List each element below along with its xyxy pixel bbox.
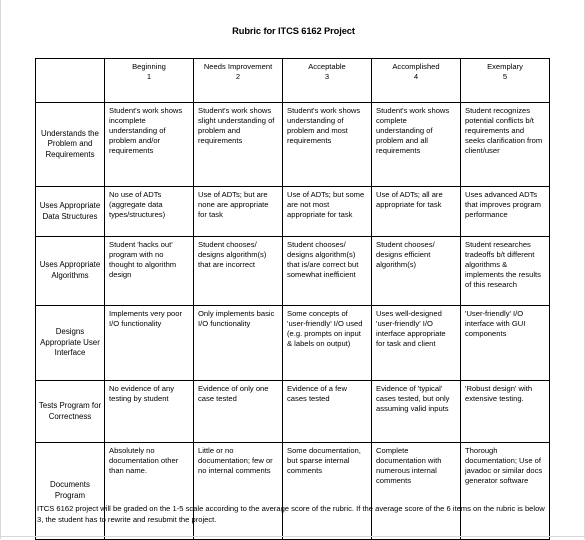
- level-name: Acceptable: [308, 62, 346, 71]
- rubric-cell: 'Robust design' with extensive testing.: [460, 380, 550, 443]
- level-number: 3: [324, 72, 330, 82]
- rubric-table: Beginning 1 Needs Improvement 2 Acceptab…: [35, 58, 550, 540]
- rubric-cell: Uses advanced ADTs that improves program…: [460, 186, 550, 237]
- rubric-cell: Student chooses/ designs algorithm(s) th…: [193, 236, 283, 306]
- header-level-4: Accomplished 4: [371, 58, 461, 103]
- rubric-cell: Some concepts of 'user-friendly' I/O use…: [282, 305, 372, 381]
- criterion-label: Understands the Problem and Requirements: [35, 102, 105, 187]
- rubric-cell: Student researches tradeoffs b/t differe…: [460, 236, 550, 306]
- level-name: Exemplary: [487, 62, 523, 71]
- criterion-label: Designs Appropriate User Interface: [35, 305, 105, 381]
- rubric-cell: Use of ADTs; but are none are appropriat…: [193, 186, 283, 237]
- header-level-2: Needs Improvement 2: [193, 58, 283, 103]
- header-level-3: Acceptable 3: [282, 58, 372, 103]
- rubric-cell: Student's work shows incomplete understa…: [104, 102, 194, 187]
- level-name: Accomplished: [392, 62, 440, 71]
- rubric-cell: Student recognizes potential conflicts b…: [460, 102, 550, 187]
- rubric-cell: 'User-friendly' I/O interface with GUI c…: [460, 305, 550, 381]
- table-row: Uses Appropriate Data Structures No use …: [35, 186, 550, 237]
- rubric-cell: Implements very poor I/O functionality: [104, 305, 194, 381]
- rubric-cell: Student 'hacks out' program with no thou…: [104, 236, 194, 306]
- page-bottom-divider: [1, 536, 585, 537]
- table-body: Understands the Problem and Requirements…: [35, 102, 550, 540]
- header-level-5: Exemplary 5: [460, 58, 550, 103]
- level-number: 2: [235, 72, 241, 82]
- criterion-label: Tests Program for Correctness: [35, 380, 105, 443]
- header-corner-cell: [35, 58, 105, 103]
- page-title: Rubric for ITCS 6162 Project: [232, 26, 355, 36]
- rubric-cell: Uses well-designed 'user-friendly' I/O i…: [371, 305, 461, 381]
- rubric-cell: Student chooses/ designs algorithm(s) th…: [282, 236, 372, 306]
- table-row: Uses Appropriate Algorithms Student 'hac…: [35, 236, 550, 306]
- level-number: 1: [146, 72, 152, 82]
- rubric-cell: Only implements basic I/O functionality: [193, 305, 283, 381]
- rubric-cell: Evidence of 'typical' cases tested, but …: [371, 380, 461, 443]
- header-level-1: Beginning 1: [104, 58, 194, 103]
- level-name: Beginning: [132, 62, 166, 71]
- header-row: Beginning 1 Needs Improvement 2 Acceptab…: [35, 58, 550, 103]
- criterion-label: Uses Appropriate Data Structures: [35, 186, 105, 237]
- rubric-cell: Student's work shows understanding of pr…: [282, 102, 372, 187]
- table-row: Designs Appropriate User Interface Imple…: [35, 305, 550, 381]
- rubric-cell: Student chooses/ designs efficient algor…: [371, 236, 461, 306]
- criterion-label: Uses Appropriate Algorithms: [35, 236, 105, 306]
- rubric-cell: Evidence of only one case tested: [193, 380, 283, 443]
- rubric-cell: No evidence of any testing by student: [104, 380, 194, 443]
- table-row: Tests Program for Correctness No evidenc…: [35, 380, 550, 443]
- level-name: Needs Improvement: [203, 62, 273, 71]
- document-page: Rubric for ITCS 6162 Project Beginning 1…: [0, 0, 585, 540]
- table-header: Beginning 1 Needs Improvement 2 Acceptab…: [35, 58, 550, 103]
- rubric-cell: Use of ADTs; but some are not most appro…: [282, 186, 372, 237]
- table-row: Understands the Problem and Requirements…: [35, 102, 550, 187]
- rubric-cell: Use of ADTs; all are appropriate for tas…: [371, 186, 461, 237]
- level-number: 4: [413, 72, 419, 82]
- rubric-cell: No use of ADTs (aggregate data types/str…: [104, 186, 194, 237]
- rubric-cell: Student's work shows slight understandin…: [193, 102, 283, 187]
- rubric-cell: Evidence of a few cases tested: [282, 380, 372, 443]
- rubric-cell: Student's work shows complete understand…: [371, 102, 461, 187]
- grading-note: ITCS 6162 project will be graded on the …: [37, 504, 545, 524]
- level-number: 5: [502, 72, 508, 82]
